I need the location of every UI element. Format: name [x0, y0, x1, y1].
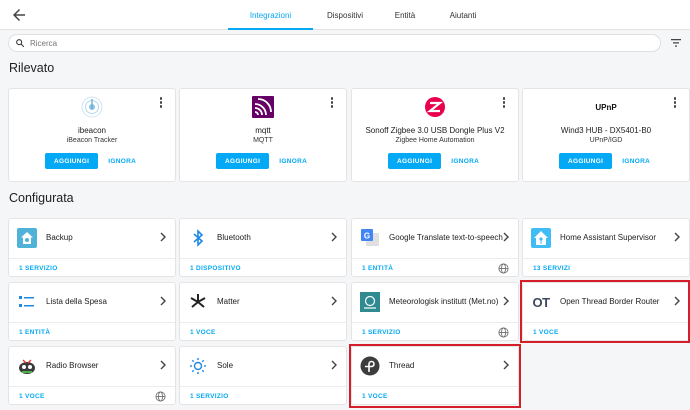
chevron-right-icon	[674, 232, 680, 242]
tab-helpers[interactable]: Aiutanti	[433, 0, 493, 30]
ignore-button[interactable]: IGNORA	[622, 158, 650, 165]
chevron-right-icon	[160, 232, 166, 242]
zigbee-icon	[424, 96, 446, 118]
overflow-menu-icon[interactable]	[330, 97, 334, 109]
back-arrow-icon[interactable]	[10, 6, 28, 24]
chevron-right-icon	[331, 360, 337, 370]
integration-footer-link[interactable]: 1 VOCE	[190, 329, 216, 336]
upnp-icon: UPnP	[586, 96, 626, 118]
integration-card-bluetooth[interactable]: Bluetooth 1 DISPOSITIVO	[179, 218, 347, 277]
cloud-globe-icon	[155, 391, 166, 402]
configured-heading: Configurata	[9, 191, 74, 205]
discovered-card-zigbee: Sonoff Zigbee 3.0 USB Dongle Plus V2 Zig…	[351, 88, 519, 182]
add-button[interactable]: AGGIUNGI	[45, 153, 99, 169]
upnp-logo-text: UPnP	[595, 102, 617, 112]
integration-name: ibeacon	[77, 126, 107, 135]
integration-name: Meteorologisk institutt (Met.no)	[389, 297, 499, 306]
integration-card-sun[interactable]: Sole 1 SERVIZIO	[179, 346, 347, 405]
cloud-globe-icon	[498, 263, 509, 274]
integration-footer-link[interactable]: 1 DISPOSITIVO	[190, 265, 241, 272]
mqtt-icon	[252, 96, 274, 118]
integration-card-radio-browser[interactable]: Radio Browser 1 VOCE	[8, 346, 176, 405]
ignore-button[interactable]: IGNORA	[451, 158, 479, 165]
filter-icon[interactable]	[670, 37, 682, 49]
add-button[interactable]: AGGIUNGI	[216, 153, 270, 169]
svg-text:G: G	[364, 232, 370, 241]
met-no-icon	[360, 292, 380, 312]
integration-name: Sole	[217, 361, 234, 370]
integration-card-met-no[interactable]: Meteorologisk institutt (Met.no) 1 SERVI…	[351, 282, 519, 341]
add-button[interactable]: AGGIUNGI	[559, 153, 613, 169]
integration-footer-link[interactable]: 1 ENTITÀ	[362, 265, 393, 272]
integration-card-ha-supervisor[interactable]: Home Assistant Supervisor 13 SERVIZI	[522, 218, 690, 277]
integration-subtitle: iBeacon Tracker	[66, 137, 118, 144]
search-bar	[8, 34, 661, 52]
integration-footer-link[interactable]: 1 SERVIZIO	[362, 329, 401, 336]
tab-bar: Integrazioni Dispositivi Entità Aiutanti	[228, 0, 493, 30]
shopping-list-icon	[17, 292, 37, 312]
discovered-card-mqtt: mqtt MQTT AGGIUNGI IGNORA	[179, 88, 347, 182]
google-translate-icon: G	[360, 228, 380, 248]
integration-card-shopping-list[interactable]: Lista della Spesa 1 ENTITÀ	[8, 282, 176, 341]
home-assistant-icon	[531, 228, 551, 248]
radio-browser-icon	[17, 356, 37, 376]
integration-name: Google Translate text-to-speech	[389, 233, 503, 242]
chevron-right-icon	[160, 360, 166, 370]
discovered-card-upnp: UPnP Wind3 HUB - DX5401-B0 UPnP/IGD AGGI…	[522, 88, 690, 182]
ibeacon-icon	[81, 96, 103, 118]
discovered-heading: Rilevato	[9, 61, 55, 75]
ignore-button[interactable]: IGNORA	[108, 158, 136, 165]
highlight-box-otbr	[520, 280, 690, 343]
tab-integrations[interactable]: Integrazioni	[228, 0, 313, 30]
integration-name: Bluetooth	[217, 233, 251, 242]
matter-icon	[188, 292, 208, 312]
integration-card-backup[interactable]: Backup 1 SERVIZIO	[8, 218, 176, 277]
integration-footer-link[interactable]: 1 VOCE	[19, 393, 45, 400]
integration-subtitle: Zigbee Home Automation	[395, 137, 475, 144]
chevron-right-icon	[331, 296, 337, 306]
top-bar: Integrazioni Dispositivi Entità Aiutanti	[0, 0, 690, 30]
integration-name: Sonoff Zigbee 3.0 USB Dongle Plus V2	[365, 126, 505, 135]
integration-name: Lista della Spesa	[46, 297, 107, 306]
integration-name: Backup	[46, 233, 73, 242]
chevron-right-icon	[331, 232, 337, 242]
search-icon	[16, 39, 25, 48]
integration-card-matter[interactable]: Matter 1 VOCE	[179, 282, 347, 341]
chevron-right-icon	[160, 296, 166, 306]
integration-name: Matter	[217, 297, 240, 306]
integration-footer-link[interactable]: 1 ENTITÀ	[19, 329, 50, 336]
highlight-box-thread	[349, 344, 521, 408]
integration-card-google-translate[interactable]: G Google Translate text-to-speech 1 ENTI…	[351, 218, 519, 277]
cloud-globe-icon	[498, 327, 509, 338]
overflow-menu-icon[interactable]	[502, 97, 506, 109]
bluetooth-icon	[188, 228, 208, 248]
chevron-right-icon	[503, 296, 509, 306]
sun-icon	[188, 356, 208, 376]
integration-name: Wind3 HUB - DX5401-B0	[560, 126, 652, 135]
chevron-right-icon	[503, 232, 509, 242]
integration-name: Radio Browser	[46, 361, 99, 370]
integration-subtitle: MQTT	[253, 137, 273, 144]
integration-name: Home Assistant Supervisor	[560, 233, 657, 242]
integration-subtitle: UPnP/IGD	[589, 137, 623, 144]
ignore-button[interactable]: IGNORA	[279, 158, 307, 165]
tab-entities[interactable]: Entità	[377, 0, 433, 30]
tab-devices[interactable]: Dispositivi	[313, 0, 377, 30]
integration-footer-link[interactable]: 1 SERVIZIO	[19, 265, 58, 272]
discovered-card-ibeacon: ibeacon iBeacon Tracker AGGIUNGI IGNORA	[8, 88, 176, 182]
overflow-menu-icon[interactable]	[673, 97, 677, 109]
integration-footer-link[interactable]: 1 SERVIZIO	[190, 393, 229, 400]
integration-footer-link[interactable]: 13 SERVIZI	[533, 265, 570, 272]
search-input[interactable]	[30, 38, 630, 48]
backup-icon	[17, 228, 37, 248]
add-button[interactable]: AGGIUNGI	[388, 153, 442, 169]
integration-name: mqtt	[255, 126, 271, 135]
overflow-menu-icon[interactable]	[159, 97, 163, 109]
